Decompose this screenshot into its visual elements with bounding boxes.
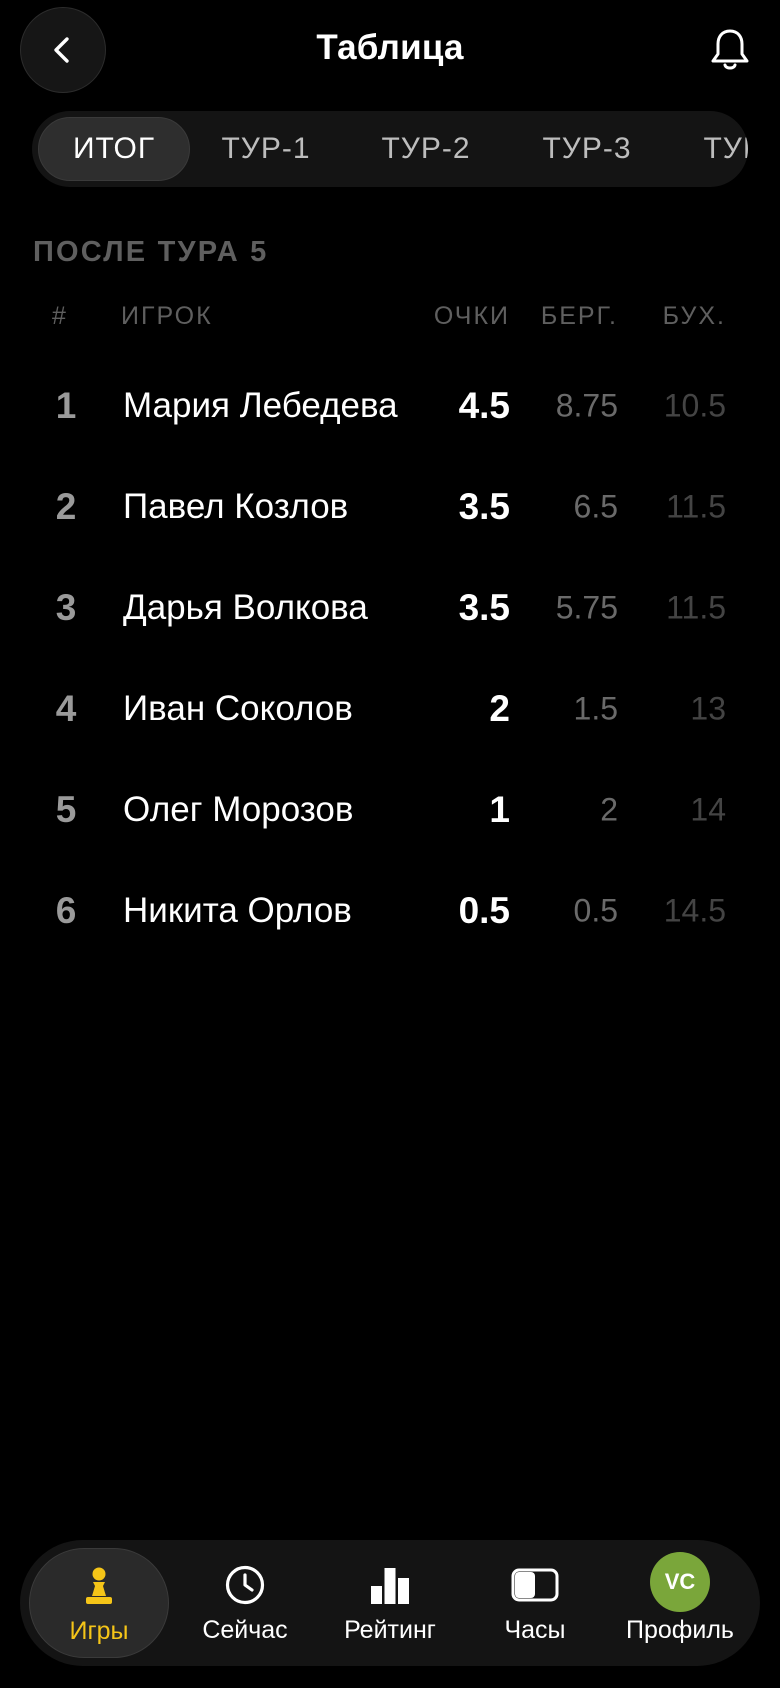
table-row[interactable]: 2 Павел Козлов 3.5 6.5 11.5 [0, 457, 780, 557]
buchholz-cell: 10.5 [663, 387, 726, 424]
tab-round-3[interactable]: ТУР-3 [513, 117, 661, 181]
rank-cell: 4 [55, 688, 77, 729]
nav-label: Часы [504, 1616, 566, 1644]
buchholz-cell: 11.5 [666, 488, 726, 525]
buchholz-cell: 14 [690, 791, 726, 828]
berger-cell: 1.5 [573, 690, 618, 727]
buchholz-cell: 14.5 [663, 892, 726, 929]
rank-cell: 3 [55, 587, 77, 628]
tab-round-1[interactable]: ТУР-1 [192, 117, 340, 181]
rank-cell: 2 [55, 486, 77, 527]
avatar: VC [650, 1552, 710, 1612]
tab-round-2[interactable]: ТУР-2 [352, 117, 500, 181]
points-cell: 0.5 [458, 890, 510, 931]
rank-cell: 6 [55, 890, 77, 931]
clock-icon [224, 1562, 266, 1608]
rank-cell: 5 [55, 789, 77, 830]
berger-cell: 0.5 [573, 892, 618, 929]
player-name: Павел Козлов [123, 487, 349, 526]
tab-total[interactable]: ИТОГ [38, 117, 190, 181]
nav-label: Сейчас [202, 1616, 288, 1644]
column-header-player: ИГРОК [121, 302, 213, 330]
table-row[interactable]: 4 Иван Соколов 2 1.5 13 [0, 659, 780, 759]
table-row[interactable]: 3 Дарья Волкова 3.5 5.75 11.5 [0, 558, 780, 658]
nav-label: Профиль [626, 1616, 734, 1644]
nav-item-profile[interactable]: VC Профиль [610, 1548, 750, 1658]
berger-cell: 8.75 [555, 387, 618, 424]
column-header-points: ОЧКИ [433, 302, 510, 330]
player-name: Никита Орлов [123, 891, 352, 930]
column-header-berger: БЕРГ. [540, 302, 618, 330]
nav-item-now[interactable]: Сейчас [175, 1548, 315, 1658]
berger-cell: 6.5 [573, 488, 618, 525]
buchholz-cell: 11.5 [666, 589, 726, 626]
rank-cell: 1 [55, 385, 77, 426]
bar-chart-icon [370, 1562, 410, 1608]
player-name: Олег Морозов [123, 790, 354, 829]
table-row[interactable]: 5 Олег Морозов 1 2 14 [0, 760, 780, 860]
points-cell: 1 [489, 789, 510, 830]
column-header-rank: # [52, 302, 68, 330]
bell-icon [711, 29, 749, 70]
nav-item-games[interactable]: Игры [29, 1548, 169, 1658]
points-cell: 2 [489, 688, 510, 729]
berger-cell: 2 [600, 791, 618, 828]
berger-cell: 5.75 [555, 589, 618, 626]
page-title: Таблица [316, 28, 464, 67]
player-name: Мария Лебедева [123, 386, 398, 425]
buchholz-cell: 13 [690, 690, 726, 727]
nav-item-rating[interactable]: Рейтинг [320, 1548, 460, 1658]
nav-label: Игры [69, 1617, 129, 1645]
points-cell: 3.5 [458, 486, 510, 527]
player-name: Дарья Волкова [123, 588, 368, 627]
nav-label: Рейтинг [344, 1616, 436, 1644]
round-tabs: ИТОГ ТУР-1 ТУР-2 ТУР-3 ТУР-4 [32, 111, 748, 187]
pawn-icon [82, 1563, 116, 1609]
player-name: Иван Соколов [123, 689, 353, 728]
table-row[interactable]: 1 Мария Лебедева 4.5 8.75 10.5 [0, 356, 780, 456]
notifications-button[interactable] [708, 26, 752, 74]
column-header-buchholz: БУХ. [662, 302, 726, 330]
toggle-icon [511, 1562, 559, 1608]
bottom-nav: Игры Сейчас Рейтинг Часы VC Профиль [20, 1540, 760, 1666]
section-label: ПОСЛЕ ТУРА 5 [33, 236, 269, 268]
points-cell: 4.5 [458, 385, 510, 426]
points-cell: 3.5 [458, 587, 510, 628]
tab-round-4[interactable]: ТУР-4 [674, 117, 748, 181]
nav-item-clock[interactable]: Часы [465, 1548, 605, 1658]
table-row[interactable]: 6 Никита Орлов 0.5 0.5 14.5 [0, 861, 780, 961]
